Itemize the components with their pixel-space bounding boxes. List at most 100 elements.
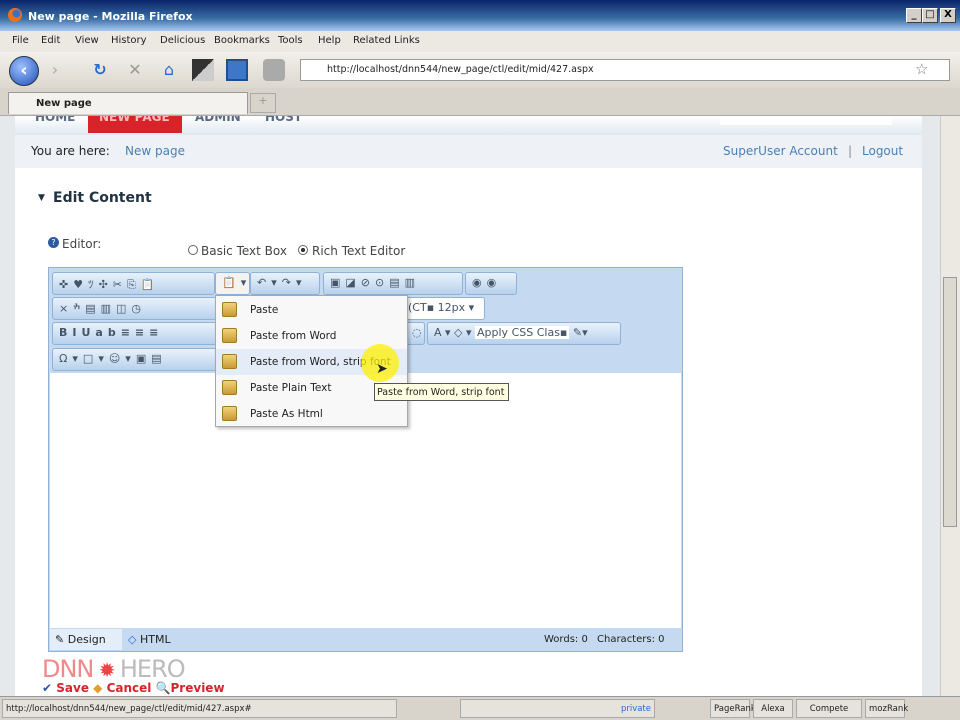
back-button[interactable]: ‹ xyxy=(9,56,39,86)
status-url: http://localhost/dnn544/new_page/ctl/edi… xyxy=(2,699,397,718)
stop-icon[interactable]: ✕ xyxy=(124,59,146,81)
toolbar-group-edit[interactable]: ✜♥ﾂ✣✂⎘📋 xyxy=(52,272,215,295)
html-label: HTML xyxy=(139,633,171,646)
nav-home[interactable]: HOME xyxy=(35,116,75,124)
toolbar-group-format[interactable]: ×ׯ▤▥◫◷ xyxy=(52,297,217,320)
breadcrumb: You are here: New page SuperUser Account… xyxy=(15,135,922,168)
menu-related-links[interactable]: Related Links xyxy=(353,35,420,46)
toolbar-group-insert[interactable]: ▣◪⊘⊙▤▥ xyxy=(323,272,463,295)
nav-admin[interactable]: ADMIN xyxy=(195,116,241,124)
new-tab-button[interactable]: + xyxy=(250,93,276,113)
html-tab[interactable]: ◇ HTML xyxy=(128,633,171,646)
editor-footer: ✎ Design ◇ HTML Words: 0 Characters: 0 xyxy=(50,628,681,651)
undo-redo-group[interactable]: ↶▾↷▾ xyxy=(250,272,320,295)
design-tab[interactable]: ✎ Design xyxy=(50,629,122,650)
menu-delicious[interactable]: Delicious xyxy=(160,35,205,46)
menu-bookmarks[interactable]: Bookmarks xyxy=(214,35,270,46)
menu-file[interactable]: File xyxy=(12,35,29,46)
radio-basic-label[interactable]: Basic Text Box xyxy=(201,244,287,258)
menu-item-label: Paste As Html xyxy=(250,408,323,420)
status-bar: http://localhost/dnn544/new_page/ctl/edi… xyxy=(0,696,960,720)
collapse-icon[interactable]: ▼ xyxy=(38,193,45,203)
home-icon[interactable]: ⌂ xyxy=(158,59,180,81)
logo-left: DNN xyxy=(42,655,94,683)
editor-label: Editor: xyxy=(62,237,102,251)
css-class-select[interactable]: Apply CSS Clas▪ xyxy=(475,326,570,339)
menu-item-paste[interactable]: Paste xyxy=(216,297,407,323)
menu-history[interactable]: History xyxy=(111,35,147,46)
toolbar-group-links[interactable]: ◉◉ xyxy=(465,272,517,295)
menu-edit[interactable]: Edit xyxy=(41,35,60,46)
nav-new-page[interactable]: NEW PAGE xyxy=(99,116,170,124)
section-title[interactable]: Edit Content xyxy=(53,190,152,206)
window-title: New page - Mozilla Firefox xyxy=(28,10,193,23)
account-link[interactable]: SuperUser Account xyxy=(723,144,838,158)
pagerank-button[interactable]: PageRank xyxy=(710,699,756,718)
radio-rich[interactable] xyxy=(298,245,308,255)
search-input[interactable] xyxy=(720,116,892,125)
dnn-hero-logo: DNN ✹ HERO xyxy=(42,655,186,683)
star-icon[interactable]: ☆ xyxy=(915,60,928,78)
maximize-button[interactable]: □ xyxy=(922,8,938,23)
breadcrumb-link[interactable]: New page xyxy=(125,144,185,158)
font-size-select[interactable]: (CT▪ 12px ▾ xyxy=(405,297,485,320)
title-bar: New page - Mozilla Firefox _ □ X xyxy=(0,0,960,31)
toolbar-group-color[interactable]: A ▾ ◇ ▾ Apply CSS Clas▪ ✎▾ xyxy=(427,322,621,345)
save-icon: ✔ xyxy=(42,681,53,695)
paste-dropdown-button[interactable]: 📋▾ xyxy=(215,272,250,295)
logo-right: HERO xyxy=(119,655,186,683)
design-label: Design xyxy=(67,633,106,646)
mozrank-button[interactable]: mozRank xyxy=(865,699,908,718)
tooltip: Paste from Word, strip font xyxy=(374,383,509,401)
address-bar[interactable]: http://localhost/dnn544/new_page/ctl/edi… xyxy=(300,59,950,81)
sidebar-icon[interactable] xyxy=(226,59,248,81)
site-nav: HOME NEW PAGE ADMIN HOST xyxy=(15,116,922,135)
tab-new-page[interactable]: New page xyxy=(8,92,248,114)
separator: | xyxy=(848,144,853,158)
menu-item-label: Paste from Word xyxy=(250,330,337,342)
pencil-icon: ✎ xyxy=(55,633,68,646)
cancel-button[interactable]: Cancel xyxy=(107,681,152,695)
paste-html-icon xyxy=(222,406,237,421)
menu-item-paste-as-html[interactable]: Paste As Html xyxy=(216,401,407,427)
menu-view[interactable]: View xyxy=(75,35,99,46)
paste-word-strip-icon xyxy=(222,354,237,369)
compete-button[interactable]: Compete xyxy=(796,699,862,718)
scrollbar-thumb[interactable] xyxy=(943,277,957,527)
extension-icon[interactable] xyxy=(263,59,285,81)
nav-host[interactable]: HOST xyxy=(265,116,302,124)
bookmark-icon[interactable] xyxy=(192,59,214,81)
code-icon: ◇ xyxy=(128,633,140,646)
menu-tools[interactable]: Tools xyxy=(278,35,303,46)
alexa-button[interactable]: Alexa xyxy=(753,699,793,718)
menu-help[interactable]: Help xyxy=(318,35,341,46)
paste-text-icon xyxy=(222,380,237,395)
word-count: Words: 0 xyxy=(544,634,588,645)
forward-button[interactable]: › xyxy=(44,59,66,81)
preview-icon: 🔍 xyxy=(155,681,171,695)
toolbar-group-style[interactable]: BIU⁠ab≡≡≡ xyxy=(52,322,217,345)
reload-icon[interactable]: ↻ xyxy=(89,59,111,81)
menu-bar: File Edit View History Delicious Bookmar… xyxy=(0,31,960,52)
logout-link[interactable]: Logout xyxy=(862,144,903,158)
minimize-button[interactable]: _ xyxy=(906,8,922,23)
paste-word-icon xyxy=(222,328,237,343)
private-indicator[interactable]: private xyxy=(460,699,655,718)
firefox-icon xyxy=(8,8,22,22)
action-links: ✔ Save ◆ Cancel 🔍Preview xyxy=(42,681,225,695)
toolbar-group-symbols[interactable]: Ω▾□▾☺▾▣▤ xyxy=(52,348,217,371)
close-button[interactable]: X xyxy=(940,8,956,23)
character-count: Characters: 0 xyxy=(597,634,665,645)
font-name-select[interactable]: (CT▪ xyxy=(408,301,434,314)
paste-icon xyxy=(222,302,237,317)
toolbar-misc[interactable]: ◌ xyxy=(405,322,425,345)
font-size-value[interactable]: 12px xyxy=(438,301,466,314)
mouse-cursor-icon: ➤ xyxy=(376,361,388,377)
preview-button[interactable]: Preview xyxy=(171,681,225,695)
menu-item-label: Paste xyxy=(250,304,279,316)
save-button[interactable]: Save xyxy=(56,681,89,695)
radio-rich-label[interactable]: Rich Text Editor xyxy=(312,244,405,258)
help-icon[interactable]: ? xyxy=(48,237,59,248)
radio-basic[interactable] xyxy=(188,245,198,255)
cancel-icon: ◆ xyxy=(93,681,103,695)
